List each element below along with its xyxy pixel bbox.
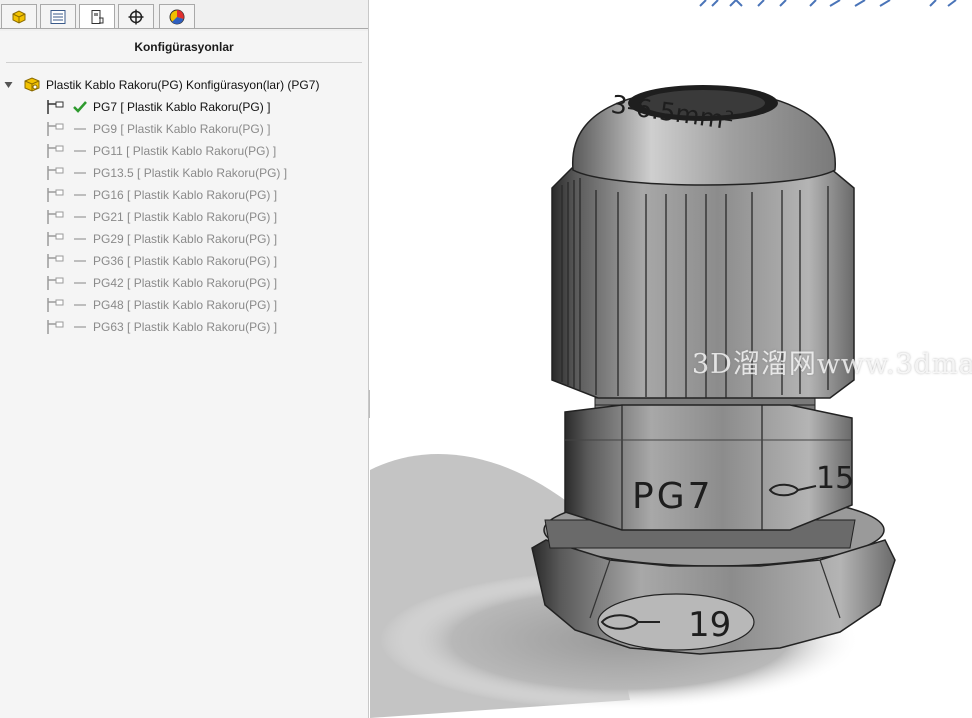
tab-display-manager[interactable] <box>159 4 195 29</box>
config-label: PG21 [ Plastik Kablo Rakoru(PG) ] <box>93 210 278 224</box>
configuration-icon <box>47 276 64 290</box>
config-label: PG63 [ Plastik Kablo Rakoru(PG) ] <box>93 320 278 334</box>
tab-divider <box>0 28 368 29</box>
tab-feature-manager[interactable] <box>1 4 37 29</box>
configuration-icon <box>47 144 64 158</box>
property-manager-icon <box>50 9 66 24</box>
inactive-dash-icon <box>74 150 86 152</box>
active-check-icon <box>73 101 87 113</box>
config-item-pg42[interactable]: PG42 [ Plastik Kablo Rakoru(PG) ] <box>0 273 368 293</box>
part-icon <box>24 77 40 92</box>
config-label: PG16 [ Plastik Kablo Rakoru(PG) ] <box>93 188 278 202</box>
configuration-manager-panel: Konfigürasyonlar Plastik Kablo Rakoru(PG… <box>0 0 369 718</box>
configuration-icon <box>47 100 64 114</box>
tab-property-manager[interactable] <box>40 4 76 29</box>
inactive-dash-icon <box>74 128 86 130</box>
config-item-pg36[interactable]: PG36 [ Plastik Kablo Rakoru(PG) ] <box>0 251 368 271</box>
panel-title: Konfigürasyonlar <box>134 40 234 54</box>
config-item-pg9[interactable]: PG9 [ Plastik Kablo Rakoru(PG) ] <box>0 119 368 139</box>
config-item-pg11[interactable]: PG11 [ Plastik Kablo Rakoru(PG) ] <box>0 141 368 161</box>
config-label: PG11 [ Plastik Kablo Rakoru(PG) ] <box>93 144 277 158</box>
inactive-dash-icon <box>74 282 86 284</box>
inactive-dash-icon <box>74 304 86 306</box>
heads-up-toolbar-fragment[interactable] <box>690 0 972 8</box>
panel-tab-bar <box>0 0 368 31</box>
watermark-text: 3D溜溜网www.3dmax.com <box>692 349 972 380</box>
config-item-pg63[interactable]: PG63 [ Plastik Kablo Rakoru(PG) ] <box>0 317 368 337</box>
inactive-dash-icon <box>74 326 86 328</box>
graphics-viewport[interactable]: 19 PG7 15 3-6.5mm² 3D溜溜网www.3dmax. <box>370 0 972 718</box>
body-size-label: PG7 <box>632 476 714 517</box>
tree-root-label: Plastik Kablo Rakoru(PG) Konfigürasyon(l… <box>46 78 320 92</box>
inactive-dash-icon <box>74 216 86 218</box>
config-label: PG7 [ Plastik Kablo Rakoru(PG) ] <box>93 100 271 114</box>
config-item-pg7[interactable]: PG7 [ Plastik Kablo Rakoru(PG) ] <box>0 97 368 117</box>
inactive-dash-icon <box>74 172 86 174</box>
config-label: PG42 [ Plastik Kablo Rakoru(PG) ] <box>93 276 278 290</box>
configuration-manager-icon <box>91 9 104 24</box>
inactive-dash-icon <box>74 260 86 262</box>
config-item-pg29[interactable]: PG29 [ Plastik Kablo Rakoru(PG) ] <box>0 229 368 249</box>
tab-dimxpert-manager[interactable] <box>118 4 154 29</box>
config-item-pg48[interactable]: PG48 [ Plastik Kablo Rakoru(PG) ] <box>0 295 368 315</box>
config-label: PG13.5 [ Plastik Kablo Rakoru(PG) ] <box>93 166 288 180</box>
configuration-icon <box>47 210 64 224</box>
wrench-size-large: 19 <box>688 605 731 645</box>
tree-root[interactable]: Plastik Kablo Rakoru(PG) Konfigürasyon(l… <box>0 75 368 95</box>
tab-configuration-manager[interactable] <box>79 4 115 29</box>
expand-arrow-icon[interactable] <box>4 81 13 89</box>
config-label: PG36 [ Plastik Kablo Rakoru(PG) ] <box>93 254 278 268</box>
configuration-icon <box>47 320 64 334</box>
config-item-pg16[interactable]: PG16 [ Plastik Kablo Rakoru(PG) ] <box>0 185 368 205</box>
configuration-icon <box>47 298 64 312</box>
config-label: PG48 [ Plastik Kablo Rakoru(PG) ] <box>93 298 278 312</box>
display-manager-icon <box>169 9 185 24</box>
configuration-icon <box>47 232 64 246</box>
config-label: PG9 [ Plastik Kablo Rakoru(PG) ] <box>93 122 271 136</box>
inactive-dash-icon <box>74 238 86 240</box>
part-features-icon <box>12 9 26 24</box>
dimxpert-icon <box>128 9 144 24</box>
configuration-icon <box>47 122 64 136</box>
title-divider <box>6 62 362 63</box>
inactive-dash-icon <box>74 194 86 196</box>
configuration-icon <box>47 188 64 202</box>
config-item-pg13-5[interactable]: PG13.5 [ Plastik Kablo Rakoru(PG) ] <box>0 163 368 183</box>
config-label: PG29 [ Plastik Kablo Rakoru(PG) ] <box>93 232 278 246</box>
config-item-pg21[interactable]: PG21 [ Plastik Kablo Rakoru(PG) ] <box>0 207 368 227</box>
configuration-icon <box>47 254 64 268</box>
wrench-size-small: 15 <box>816 461 854 496</box>
configuration-icon <box>47 166 64 180</box>
